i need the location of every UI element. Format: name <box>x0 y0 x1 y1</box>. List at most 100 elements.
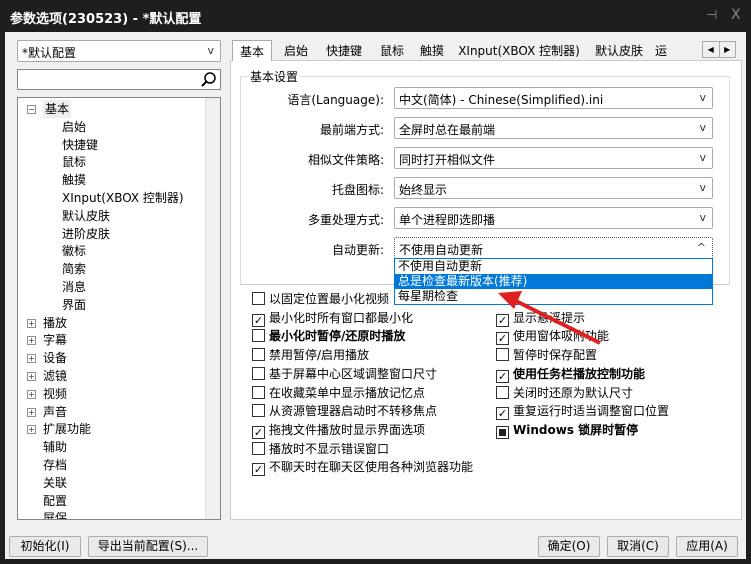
tree-item[interactable]: 界面 <box>62 296 86 314</box>
checkbox-checked-icon[interactable]: ✓ <box>496 369 509 383</box>
setting-select[interactable]: 全屏时总在最前端 v <box>394 117 713 139</box>
expand-icon[interactable]: + <box>27 354 36 364</box>
checkbox-item[interactable]: 在收藏菜单中显示播放记忆点 <box>252 384 425 402</box>
tree-item[interactable]: 简索 <box>62 260 86 278</box>
tree-item[interactable]: 播放 <box>43 314 67 332</box>
checkbox-item[interactable]: 禁用暂停/启用播放 <box>252 346 369 364</box>
tree-item[interactable]: 鼠标 <box>62 153 86 171</box>
checkbox-item[interactable]: 最小化时暂停/还原时播放 <box>252 327 405 345</box>
tree-item[interactable]: 屏保 <box>43 509 67 519</box>
pin-icon[interactable]: ⊣ <box>706 8 717 23</box>
tree-item[interactable]: 快捷键 <box>62 136 98 154</box>
checkbox-checked-icon[interactable]: ✓ <box>252 463 265 477</box>
tab-scroll-right-icon[interactable]: ▶ <box>720 42 736 57</box>
checkbox-unchecked-icon[interactable] <box>496 348 509 362</box>
tree-item[interactable]: 触摸 <box>62 171 86 189</box>
checkbox-label: 最小化时暂停/还原时播放 <box>269 329 406 344</box>
tree-item[interactable]: 扩展功能 <box>43 420 91 438</box>
tree-item[interactable]: 视频 <box>43 385 67 403</box>
tree-item[interactable]: 滤镜 <box>43 367 67 385</box>
setting-value: 全屏时总在最前端 <box>399 123 496 137</box>
tree-item[interactable]: 徽标 <box>62 242 86 260</box>
tree-item[interactable]: 字幕 <box>43 331 67 349</box>
tree-item[interactable]: 设备 <box>43 349 67 367</box>
cancel-button[interactable]: 取消(C) <box>607 536 669 557</box>
checkbox-unchecked-icon[interactable] <box>496 385 509 399</box>
apply-button[interactable]: 应用(A) <box>676 536 738 557</box>
profile-select[interactable]: *默认配置 v <box>17 40 221 62</box>
setting-select[interactable]: 同时打开相似文件 v <box>394 147 713 169</box>
checkbox-unchecked-icon[interactable] <box>252 441 265 455</box>
tree-item[interactable]: 默认皮肤 <box>62 207 110 225</box>
expand-icon[interactable]: + <box>27 318 36 328</box>
setting-select[interactable]: 单个进程即选即播 v <box>394 207 713 229</box>
tab-2[interactable]: 快捷键 <box>318 40 370 60</box>
tree-scrollbar[interactable] <box>205 98 220 519</box>
expand-icon[interactable]: + <box>27 425 36 435</box>
ok-button[interactable]: 确定(O) <box>538 536 600 557</box>
checkbox-item[interactable]: Windows 锁屏时暂停 <box>496 421 638 439</box>
window-title: 参数选项(230523) - *默认配置 <box>10 12 202 27</box>
checkbox-item[interactable]: ✓ 使用任务栏播放控制功能 <box>496 365 645 383</box>
checkbox-item[interactable]: 关闭时还原为默认尺寸 <box>496 384 633 402</box>
checkbox-checked-icon[interactable]: ✓ <box>496 407 509 421</box>
tab-scroll-left-icon[interactable]: ◀ <box>703 42 720 57</box>
tab-0[interactable]: 基本 <box>232 40 272 61</box>
collapse-icon[interactable]: − <box>27 105 36 114</box>
checkbox-item[interactable]: 以固定位置最小化视频 <box>252 290 389 308</box>
tab-3[interactable]: 鼠标 <box>374 40 410 60</box>
tab-7[interactable]: 运 <box>654 40 668 60</box>
tab-5[interactable]: XInput(XBOX 控制器) <box>454 40 584 60</box>
checkbox-item[interactable]: 基于屏幕中心区域调整窗口尺寸 <box>252 365 437 383</box>
expand-icon[interactable]: + <box>27 389 36 399</box>
group-title: 基本设置 <box>248 68 301 85</box>
checkbox-unchecked-icon[interactable] <box>252 329 265 343</box>
checkbox-unchecked-icon[interactable] <box>252 385 265 399</box>
setting-select[interactable]: 始终显示 v <box>394 177 713 199</box>
checkbox-indeterminate-icon[interactable] <box>496 425 509 439</box>
tree-item[interactable]: 消息 <box>62 278 86 296</box>
checkbox-item[interactable]: 从资源管理器启动时不转移焦点 <box>252 402 437 420</box>
checkbox-item[interactable]: ✓ 重复运行时适当调整窗口位置 <box>496 402 669 421</box>
tab-1[interactable]: 启始 <box>278 40 314 60</box>
checkbox-checked-icon[interactable]: ✓ <box>252 425 265 439</box>
tree-item[interactable]: 辅助 <box>43 438 67 456</box>
setting-select[interactable]: 中文(简体) - Chinese(Simplified).ini v <box>394 87 713 109</box>
checkbox-label: 在收藏菜单中显示播放记忆点 <box>269 385 426 400</box>
checkbox-item[interactable]: ✓ 不聊天时在聊天区使用各种浏览器功能 <box>252 458 473 477</box>
export-config-button[interactable]: 导出当前配置(S)... <box>88 536 208 557</box>
tree-item[interactable]: 关联 <box>43 474 67 492</box>
close-button[interactable]: X <box>731 7 741 23</box>
expand-icon[interactable]: + <box>27 336 36 346</box>
checkbox-item[interactable]: ✓ 最小化时所有窗口都最小化 <box>252 309 413 327</box>
setting-value: 同时打开相似文件 <box>399 153 496 167</box>
expand-icon[interactable]: + <box>27 407 36 417</box>
tab-4[interactable]: 触摸 <box>414 40 450 60</box>
dropdown-option[interactable]: 不使用自动更新 <box>395 259 712 274</box>
init-button[interactable]: 初始化(I) <box>9 536 81 557</box>
checkbox-unchecked-icon[interactable] <box>252 366 265 380</box>
expand-icon[interactable]: + <box>27 372 36 381</box>
profile-select-value: *默认配置 <box>22 46 77 60</box>
tree-item[interactable]: XInput(XBOX 控制器) <box>62 189 184 207</box>
tree-item[interactable]: 声音 <box>43 403 67 421</box>
tree-item[interactable]: 基本 <box>43 100 72 118</box>
checkbox-unchecked-icon[interactable] <box>252 348 265 362</box>
checkbox-checked-icon[interactable]: ✓ <box>252 313 265 327</box>
tree-item[interactable]: 进阶皮肤 <box>62 225 110 243</box>
checkbox-item[interactable]: ✓ 拖拽文件播放时显示界面选项 <box>252 421 425 439</box>
checkbox-unchecked-icon[interactable] <box>252 404 265 418</box>
tree-item[interactable]: 配置 <box>43 492 67 510</box>
setting-select[interactable]: 不使用自动更新 ^ <box>394 237 713 259</box>
search-input[interactable] <box>17 69 221 90</box>
tree-item[interactable]: 存档 <box>43 456 67 474</box>
setting-value: 单个进程即选即播 <box>399 213 496 227</box>
search-icon[interactable] <box>200 71 217 88</box>
checkbox-item[interactable]: 播放时不显示错误窗口 <box>252 440 389 458</box>
tab-6[interactable]: 默认皮肤 <box>588 40 650 60</box>
tree-item[interactable]: 启始 <box>62 118 86 136</box>
checkbox-unchecked-icon[interactable] <box>252 292 265 305</box>
checkbox-label: 拖拽文件播放时显示界面选项 <box>269 422 426 437</box>
setting-label: 最前端方式: <box>319 123 384 137</box>
chevron-down-icon: v <box>699 121 706 134</box>
